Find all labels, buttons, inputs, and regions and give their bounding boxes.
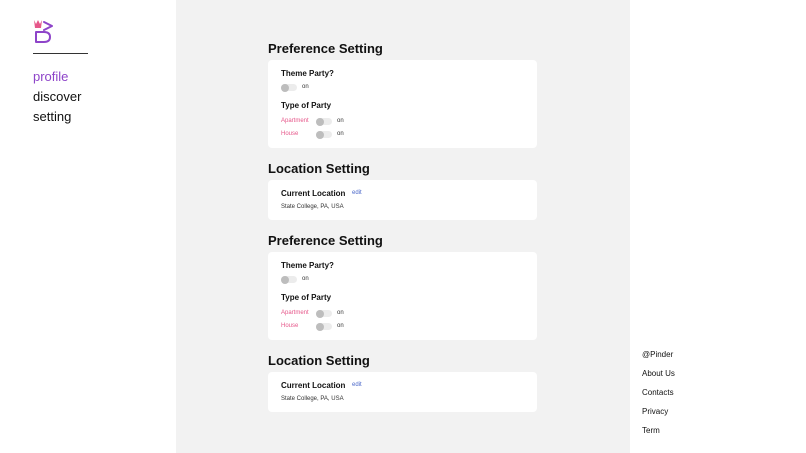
section-title: Preference Setting — [268, 233, 383, 248]
toggle-state-text: on — [302, 84, 309, 90]
toggle-state-text: on — [302, 276, 309, 282]
house-label: House — [281, 131, 299, 137]
current-location-label: Current Location — [281, 189, 346, 198]
apartment-label: Apartment — [281, 118, 309, 124]
apartment-label: Apartment — [281, 310, 309, 316]
house-toggle[interactable] — [316, 322, 332, 331]
section-title: Preference Setting — [268, 41, 383, 56]
main-content: Preference Setting Theme Party? on Type … — [176, 0, 630, 453]
footer-brand: @Pinder — [642, 350, 674, 359]
pinder-logo-icon[interactable] — [32, 18, 54, 44]
location-value: State College, PA, USA — [281, 396, 344, 402]
preference-section: Preference Setting Theme Party? on Type … — [268, 40, 537, 148]
preference-card: Theme Party? on Type of Party Apartment … — [268, 252, 537, 340]
location-card: Current Location edit State College, PA,… — [268, 372, 537, 412]
footer-link-contacts[interactable]: Contacts — [642, 383, 675, 402]
nav-item-profile[interactable]: profile — [33, 67, 81, 87]
edit-location-link[interactable]: edit — [352, 382, 362, 388]
type-of-party-label: Type of Party — [281, 293, 332, 302]
theme-party-label: Theme Party? — [281, 69, 334, 78]
current-location-label: Current Location — [281, 381, 346, 390]
section-title: Location Setting — [268, 353, 370, 368]
location-card: Current Location edit State College, PA,… — [268, 180, 537, 220]
preference-card: Theme Party? on Type of Party Apartment … — [268, 60, 537, 148]
toggle-state-text: on — [337, 118, 344, 124]
edit-location-link[interactable]: edit — [352, 190, 362, 196]
house-label: House — [281, 323, 299, 329]
apartment-toggle[interactable] — [316, 117, 332, 126]
toggle-state-text: on — [337, 310, 344, 316]
theme-party-toggle[interactable] — [281, 83, 297, 92]
location-value: State College, PA, USA — [281, 204, 344, 210]
sidebar-nav: profile discover setting — [33, 67, 81, 127]
theme-party-label: Theme Party? — [281, 261, 334, 270]
preference-section: Preference Setting Theme Party? on Type … — [268, 232, 537, 340]
sidebar: profile discover setting — [0, 0, 176, 453]
footer-link-privacy[interactable]: Privacy — [642, 402, 675, 421]
toggle-state-text: on — [337, 131, 344, 137]
apartment-toggle[interactable] — [316, 309, 332, 318]
theme-party-toggle[interactable] — [281, 275, 297, 284]
footer-link-term[interactable]: Term — [642, 421, 675, 440]
house-toggle[interactable] — [316, 130, 332, 139]
toggle-state-text: on — [337, 323, 344, 329]
footer: @Pinder About Us Contacts Privacy Term — [642, 345, 675, 440]
sidebar-divider — [33, 53, 88, 54]
section-title: Location Setting — [268, 161, 370, 176]
nav-item-discover[interactable]: discover — [33, 87, 81, 107]
nav-item-setting[interactable]: setting — [33, 107, 81, 127]
type-of-party-label: Type of Party — [281, 101, 332, 110]
footer-link-about-us[interactable]: About Us — [642, 364, 675, 383]
location-section: Location Setting Current Location edit S… — [268, 160, 537, 220]
location-section: Location Setting Current Location edit S… — [268, 352, 537, 412]
